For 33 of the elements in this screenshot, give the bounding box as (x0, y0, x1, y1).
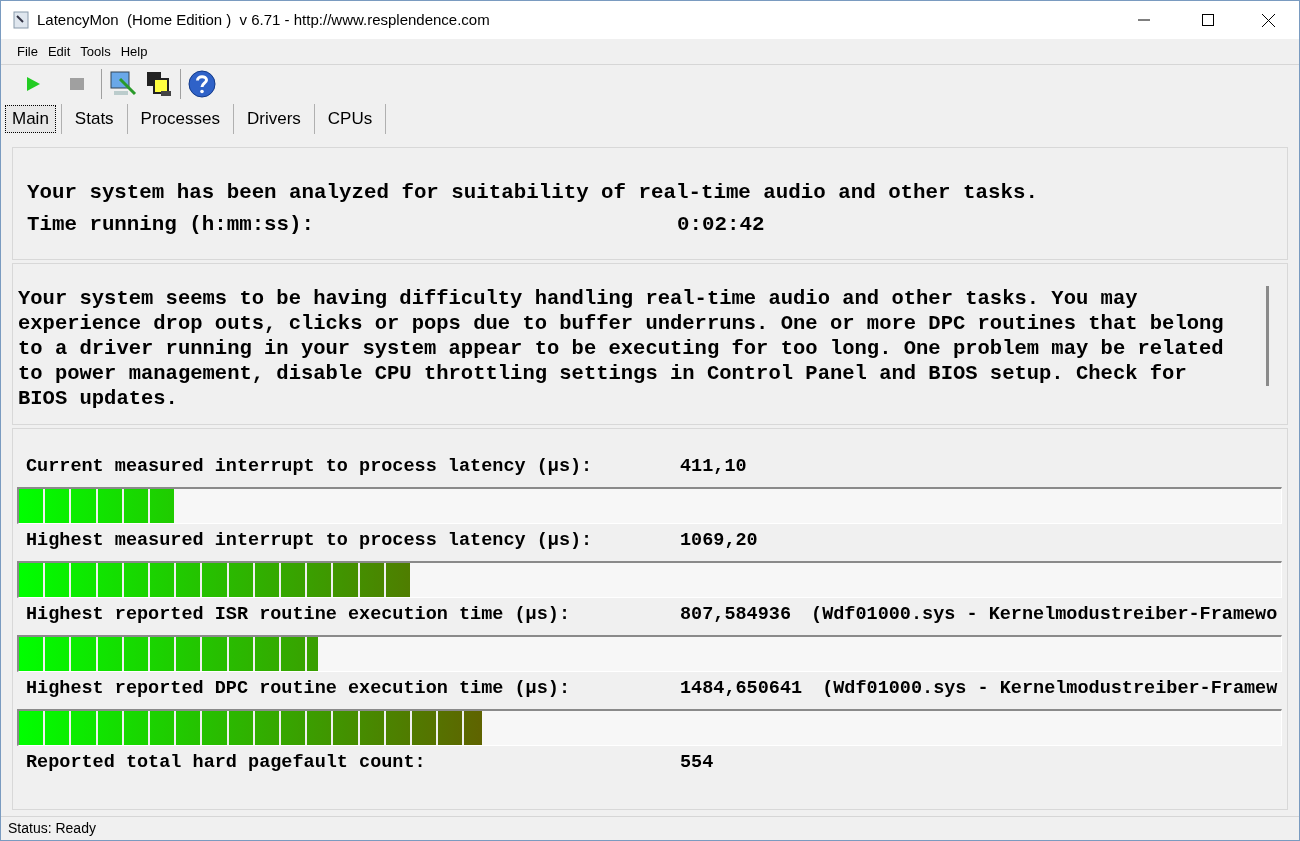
menu-item[interactable]: Tools (80, 41, 111, 62)
measurement-value: 807,584936 (680, 603, 792, 628)
tab[interactable]: Stats (62, 104, 126, 133)
status-text: Status: Ready (8, 819, 96, 838)
windows-icon[interactable] (144, 69, 174, 99)
measurement-label: Highest reported DPC routine execution time (µs): (26, 677, 571, 702)
measurement-label: Highest reported ISR routine execution time (µs): (26, 603, 571, 628)
verdict-text: Your system seems to be having difficulty handling real-time audio and other tasks. You may experience drop outs, clicks or pops due to buffer underruns. One or more DPC routines that belong to a driver running in your system appear to be executing for too long. One problem may be related to power management, disable CPU throttling settings in Control Panel and BIOS setup. Check for BIOS updates. (18, 286, 1225, 412)
menu-item[interactable]: Edit (47, 41, 71, 62)
measurement-value: 554 (680, 751, 714, 776)
tab[interactable]: Main (5, 104, 56, 133)
help-icon[interactable] (187, 69, 217, 99)
time-running-value: 0:02:42 (677, 211, 765, 238)
measurement-value: 1484,650641 (680, 677, 803, 702)
app-icon (13, 11, 29, 29)
driver-note: (Wdf01000.sys - Kernelmodustreiber-Framew (822, 677, 1278, 702)
tab[interactable]: Processes (128, 104, 232, 133)
maximize-icon[interactable] (1202, 13, 1214, 26)
driver-note: (Wdf01000.sys - Kernelmodustreiber-Framewo (811, 603, 1278, 628)
measurement-label: Reported total hard pagefault count: (26, 751, 427, 776)
time-running-label: Time running (h:mm:ss): (27, 211, 316, 238)
measurement-label: Highest measured interrupt to process latency (µs): (26, 529, 594, 554)
scrollbar-thumb[interactable] (1266, 286, 1269, 386)
analysis-headline: Your system has been analyzed for suitability of real-time audio and other tasks. (27, 179, 1039, 206)
measurement-value: 411,10 (680, 455, 747, 480)
measurement-value: 1069,20 (680, 529, 758, 554)
window-title: LatencyMon (Home Edition ) v 6.71 - http://www.resplendence.com (37, 9, 490, 30)
tab[interactable]: CPUs (315, 104, 385, 133)
close-icon[interactable] (1262, 13, 1275, 27)
menu-item[interactable]: Help (120, 41, 148, 62)
menu-item[interactable]: File (17, 41, 38, 62)
measurement-label: Current measured interrupt to process latency (µs): (26, 455, 594, 480)
tab[interactable]: Drivers (235, 104, 313, 133)
